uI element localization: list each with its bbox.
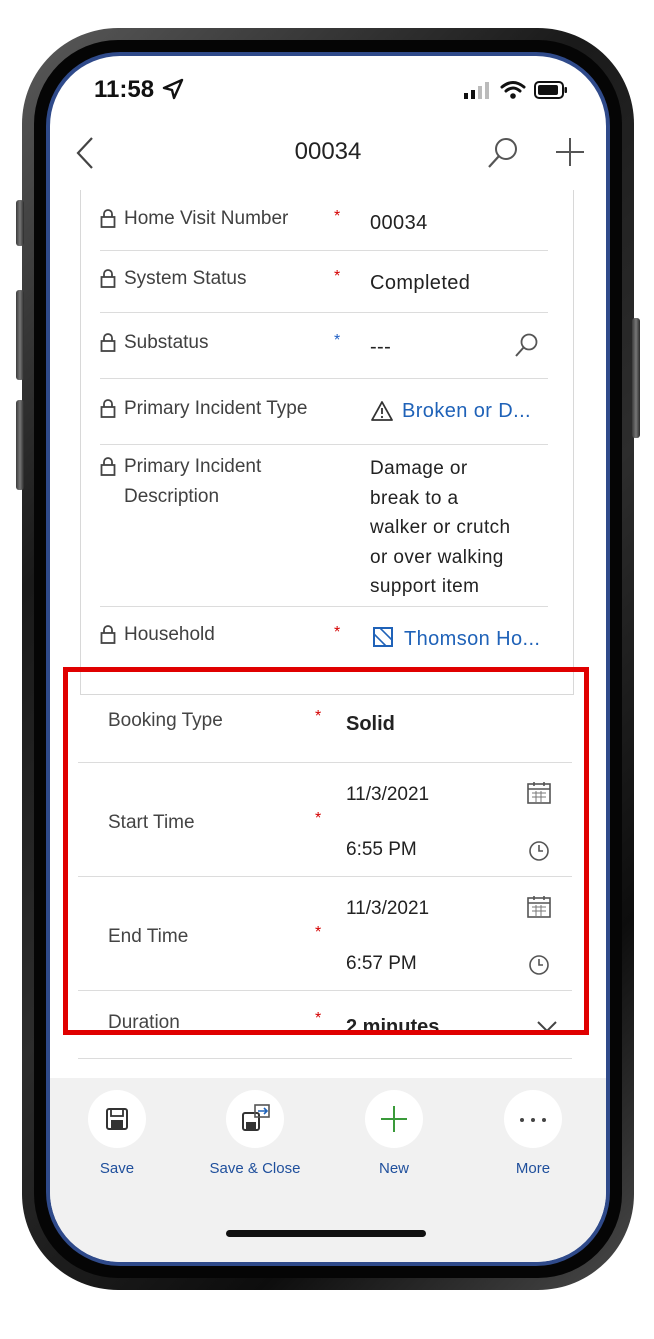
field-label: System Status [100, 264, 247, 294]
lock-icon [100, 457, 116, 476]
required-marker: * [334, 268, 341, 285]
save-label[interactable]: Save [52, 1160, 182, 1177]
field-primary-incident-description: Primary Incident Description Damage or b… [100, 444, 548, 607]
app-header: 00034 [50, 120, 606, 184]
cellular-signal-icon [464, 82, 489, 99]
field-label: Primary Incident [100, 452, 261, 482]
home-indicator[interactable] [226, 1230, 426, 1237]
search-icon[interactable] [486, 136, 520, 170]
lock-icon [100, 269, 116, 288]
required-marker: * [334, 208, 341, 225]
recommended-marker: * [334, 332, 341, 349]
field-label: Household [100, 620, 215, 650]
location-arrow-icon [162, 78, 184, 100]
save-close-icon [242, 1104, 270, 1131]
field-label: Primary Incident Type [100, 394, 307, 424]
home-visit-number-value[interactable]: 00034 [370, 212, 428, 235]
system-status-value[interactable]: Completed [370, 272, 470, 295]
lock-icon [100, 209, 116, 228]
household-link[interactable]: Thomson Ho... [404, 628, 540, 651]
required-marker: * [334, 624, 341, 641]
lock-icon [100, 625, 116, 644]
new-label[interactable]: New [329, 1160, 459, 1177]
lock-icon [100, 333, 116, 352]
incident-description-value[interactable]: Damage or break to a walker or crutch or… [370, 454, 511, 602]
volume-up-button [16, 290, 24, 380]
save-icon [106, 1108, 128, 1130]
save-button[interactable] [88, 1090, 146, 1148]
screen: 11:58 00034 Home Visit Number * 00034 Sy… [50, 56, 606, 1262]
warning-icon [371, 401, 393, 421]
record-icon [373, 627, 393, 647]
more-label[interactable]: More [468, 1160, 598, 1177]
more-button[interactable] [504, 1090, 562, 1148]
field-label-line2: Description [124, 486, 220, 507]
divider [78, 1058, 572, 1059]
status-time: 11:58 [94, 76, 155, 103]
status-icons [464, 80, 568, 100]
plus-icon [381, 1106, 407, 1132]
field-home-visit-number: Home Visit Number * 00034 [100, 196, 548, 251]
side-button [16, 200, 24, 246]
new-button[interactable] [365, 1090, 423, 1148]
field-label: Home Visit Number [100, 204, 288, 234]
save-close-label[interactable]: Save & Close [190, 1160, 320, 1177]
field-system-status: System Status * Completed [100, 250, 548, 313]
field-household: Household * Thomson Ho... [100, 606, 548, 672]
primary-incident-type-link[interactable]: Broken or D... [402, 400, 531, 423]
page-title: 00034 [294, 138, 362, 165]
field-substatus: Substatus * --- [100, 312, 548, 379]
highlight-box [63, 667, 589, 1035]
lookup-search-icon[interactable] [514, 332, 540, 358]
more-icon [520, 1118, 546, 1122]
battery-icon [534, 81, 567, 99]
wifi-icon [500, 81, 526, 99]
power-button [632, 318, 640, 438]
field-label: Substatus [100, 328, 209, 358]
save-close-button[interactable] [226, 1090, 284, 1148]
add-icon[interactable] [554, 136, 586, 168]
lock-icon [100, 399, 116, 418]
substatus-value[interactable]: --- [370, 336, 391, 359]
field-primary-incident-type: Primary Incident Type Broken or D... [100, 378, 548, 445]
volume-down-button [16, 400, 24, 490]
